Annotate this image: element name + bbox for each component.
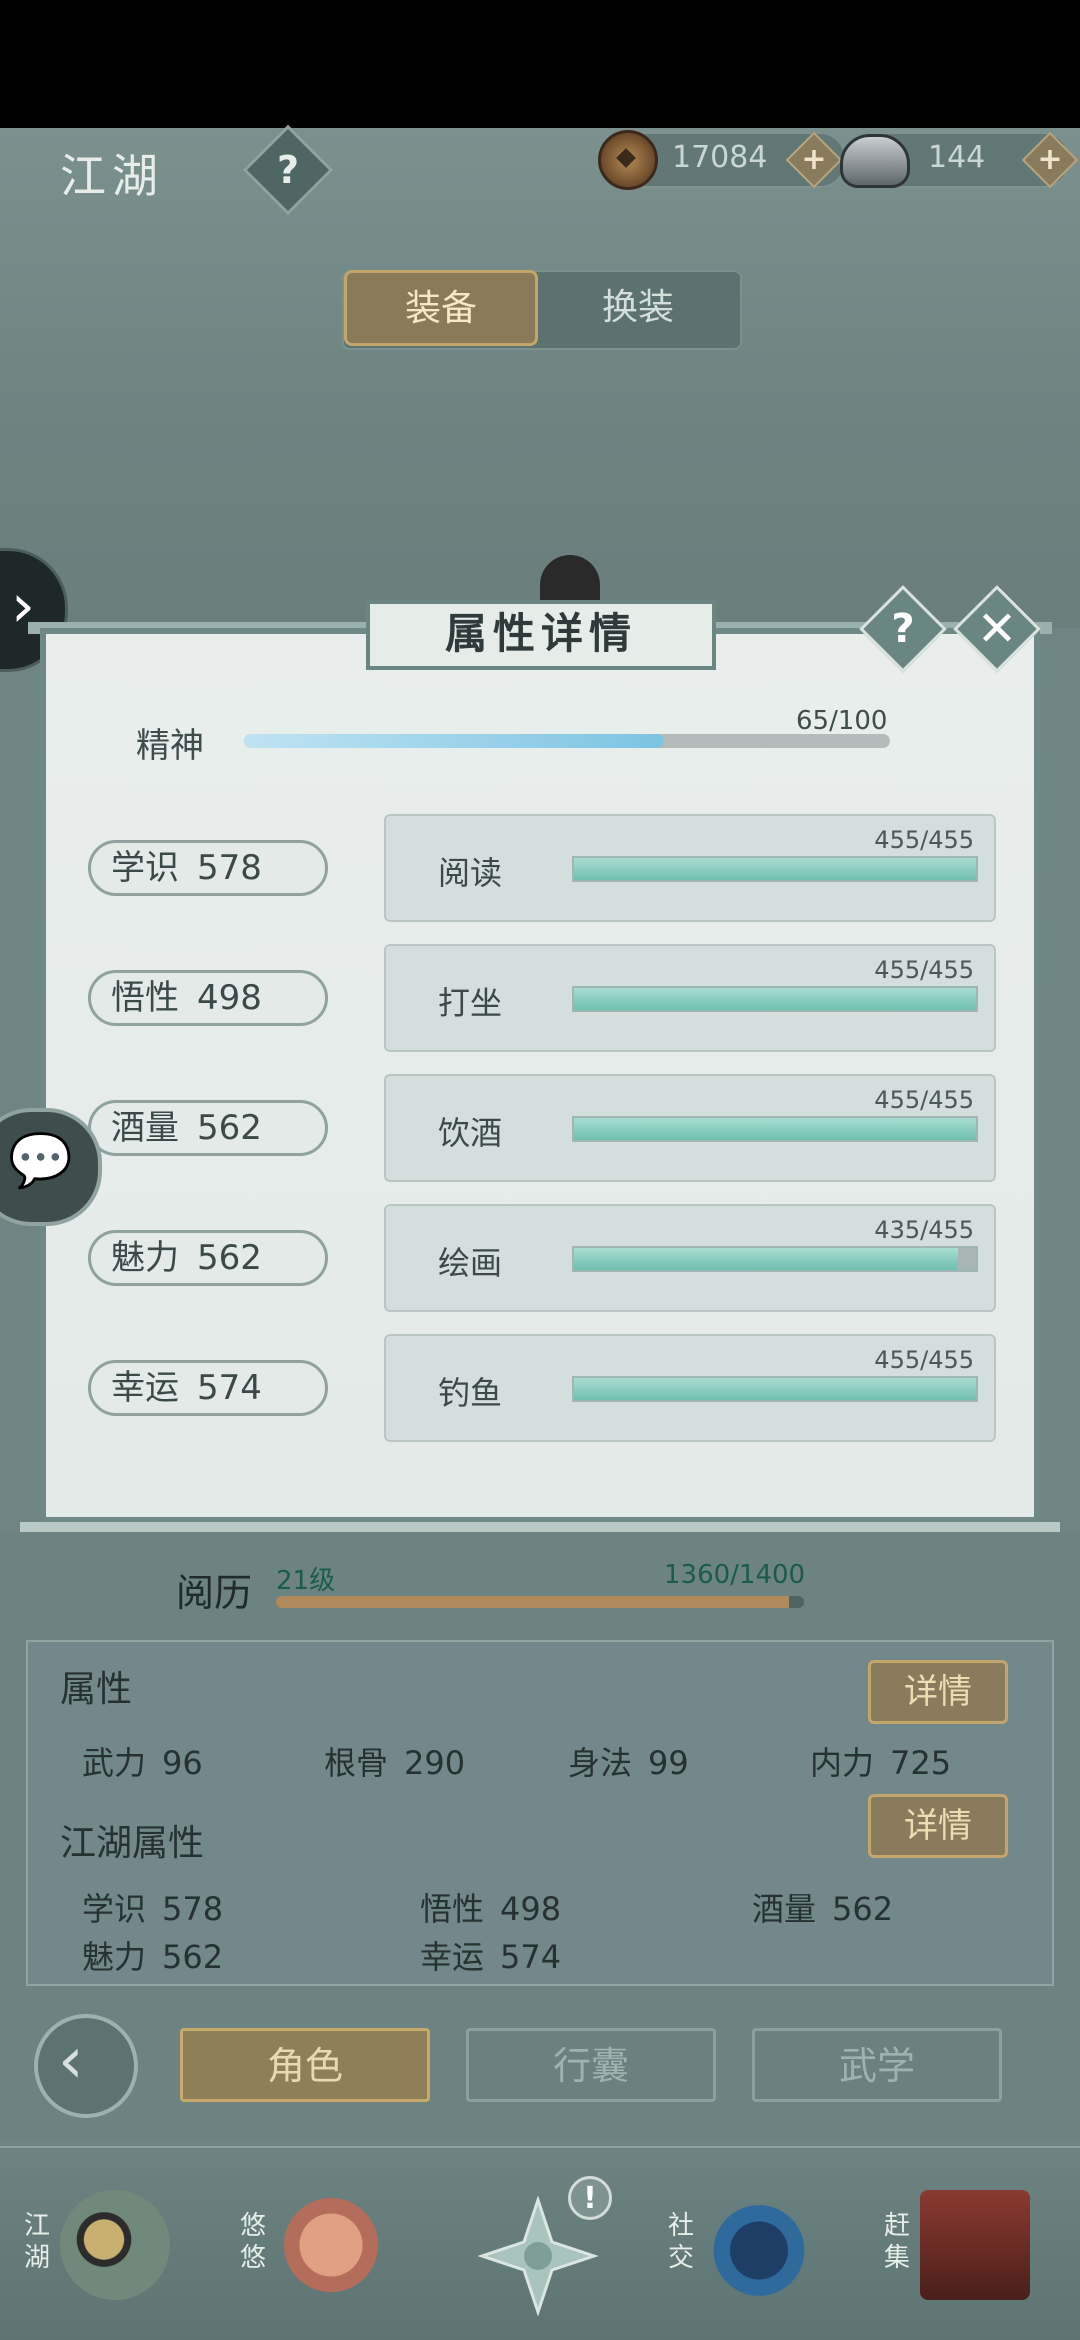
modal-title: 属性详情 [366,600,716,670]
skill-value: 455/455 [874,826,974,854]
spirit-progress-fill [244,734,664,748]
spirit-value: 65/100 [796,706,888,736]
experience-level: 21级 [276,1566,336,1596]
skill-progress-fill [574,1118,976,1140]
attr-item-neili: 内力 725 [810,1744,952,1782]
skill-progress-fill [574,858,976,880]
dock-jianghu-label: 江湖 [24,2211,51,2273]
jianghu-attr-jiuliang: 酒量 562 [752,1890,894,1928]
wave-icon [704,2190,814,2300]
dock-market-button[interactable]: 赶集 [880,2180,1030,2330]
skill-progress-bar [572,986,978,1012]
skill-value: 435/455 [874,1216,974,1244]
coin-value: 17084 [672,140,768,175]
stat-pill: 魅力 562 [88,1230,328,1286]
stat-label: 学识 [111,848,179,888]
skill-name: 钓鱼 [438,1374,503,1412]
skill-progress-fill [574,1248,959,1270]
dock-market-label: 赶集 [884,2211,911,2273]
skill-value: 455/455 [874,1086,974,1114]
jianghu-attr-wuxing: 悟性 498 [420,1890,562,1928]
attributes-detail-button[interactable]: 详情 [868,1660,1008,1724]
chat-button[interactable]: 💬 [0,1108,102,1226]
stat-value: 574 [197,1368,262,1408]
skill-row: 绘画 435/455 [384,1204,996,1312]
attr-item-wuli: 武力 96 [82,1744,203,1782]
attr-item-shenfa: 身法 99 [568,1744,689,1782]
stat-pill: 幸运 574 [88,1360,328,1416]
dock-social-button[interactable]: 社交 [664,2180,814,2330]
spirit-progress-bar [244,734,890,748]
nav-role-button[interactable]: 角色 [180,2028,430,2102]
nav-bag-button[interactable]: 行囊 [466,2028,716,2102]
plus-icon: + [1037,142,1063,177]
skill-name: 绘画 [438,1244,503,1282]
plus-icon: + [801,142,827,177]
question-icon: ? [891,606,915,652]
spirit-label: 精神 [136,726,204,766]
stat-label: 幸运 [111,1368,179,1408]
stat-pill: 悟性 498 [88,970,328,1026]
stat-value: 498 [197,978,262,1018]
close-icon: ✕ [976,601,1018,657]
jianghu-attr-meili: 魅力 562 [82,1938,224,1976]
attributes-title: 属性 [60,1669,133,1710]
experience-progress-fill [276,1596,789,1608]
jianghu-attr-xueshi: 学识 578 [82,1890,224,1928]
experience-value: 1360/1400 [664,1560,806,1590]
stat-value: 562 [197,1108,262,1148]
stat-value: 578 [197,848,262,888]
nav-martial-button[interactable]: 武学 [752,2028,1002,2102]
skill-progress-bar [572,856,978,882]
straw-hat-icon [60,2190,170,2300]
attr-item-gengu: 根骨 290 [324,1744,466,1782]
copper-coin-icon [598,130,658,190]
status-bar [0,0,1080,128]
skill-row: 饮酒 455/455 [384,1074,996,1182]
tab-swap[interactable]: 换装 [540,270,736,346]
market-box-icon [920,2190,1030,2300]
skill-name: 饮酒 [438,1114,503,1152]
swallow-icon [276,2190,386,2300]
stat-pill: 酒量 562 [88,1100,328,1156]
skill-progress-bar [572,1376,978,1402]
stat-label: 魅力 [111,1238,179,1278]
experience-progress-bar [276,1596,804,1608]
dock-youyou-button[interactable]: 悠悠 [236,2180,386,2330]
tab-equip[interactable]: 装备 [344,270,538,346]
question-icon: ? [276,148,300,192]
experience-label: 阅历 [176,1571,253,1615]
skill-progress-fill [574,988,976,1010]
skill-name: 打坐 [438,984,503,1022]
stat-label: 酒量 [111,1108,179,1148]
chat-bubble-icon: 💬 [8,1131,73,1191]
modal-bottom-border [20,1522,1060,1532]
skill-row: 阅读 455/455 [384,814,996,922]
chevron-left-icon: ‹ [58,2024,84,2098]
stat-pill: 学识 578 [88,840,328,896]
jianghu-attr-xingyun: 幸运 574 [420,1938,562,1976]
dock-jianghu-button[interactable]: 江湖 [20,2180,170,2330]
jianghu-attributes-title: 江湖属性 [60,1823,205,1864]
skill-value: 455/455 [874,1346,974,1374]
notification-badge: ! [568,2176,612,2220]
page-title: 江湖 [60,149,164,203]
stat-value: 562 [197,1238,262,1278]
silver-ingot-icon [840,134,910,188]
skill-progress-fill [574,1378,976,1400]
skill-row: 钓鱼 455/455 [384,1334,996,1442]
skill-value: 455/455 [874,956,974,984]
stat-label: 悟性 [111,978,179,1018]
back-button[interactable]: ‹ [34,2014,138,2118]
ingot-value: 144 [928,140,986,175]
skill-progress-bar [572,1116,978,1142]
dock-youyou-label: 悠悠 [240,2211,267,2273]
skill-progress-bar [572,1246,978,1272]
skill-row: 打坐 455/455 [384,944,996,1052]
skill-name: 阅读 [438,854,503,892]
jianghu-attributes-detail-button[interactable]: 详情 [868,1794,1008,1858]
dock-social-label: 社交 [668,2211,695,2273]
